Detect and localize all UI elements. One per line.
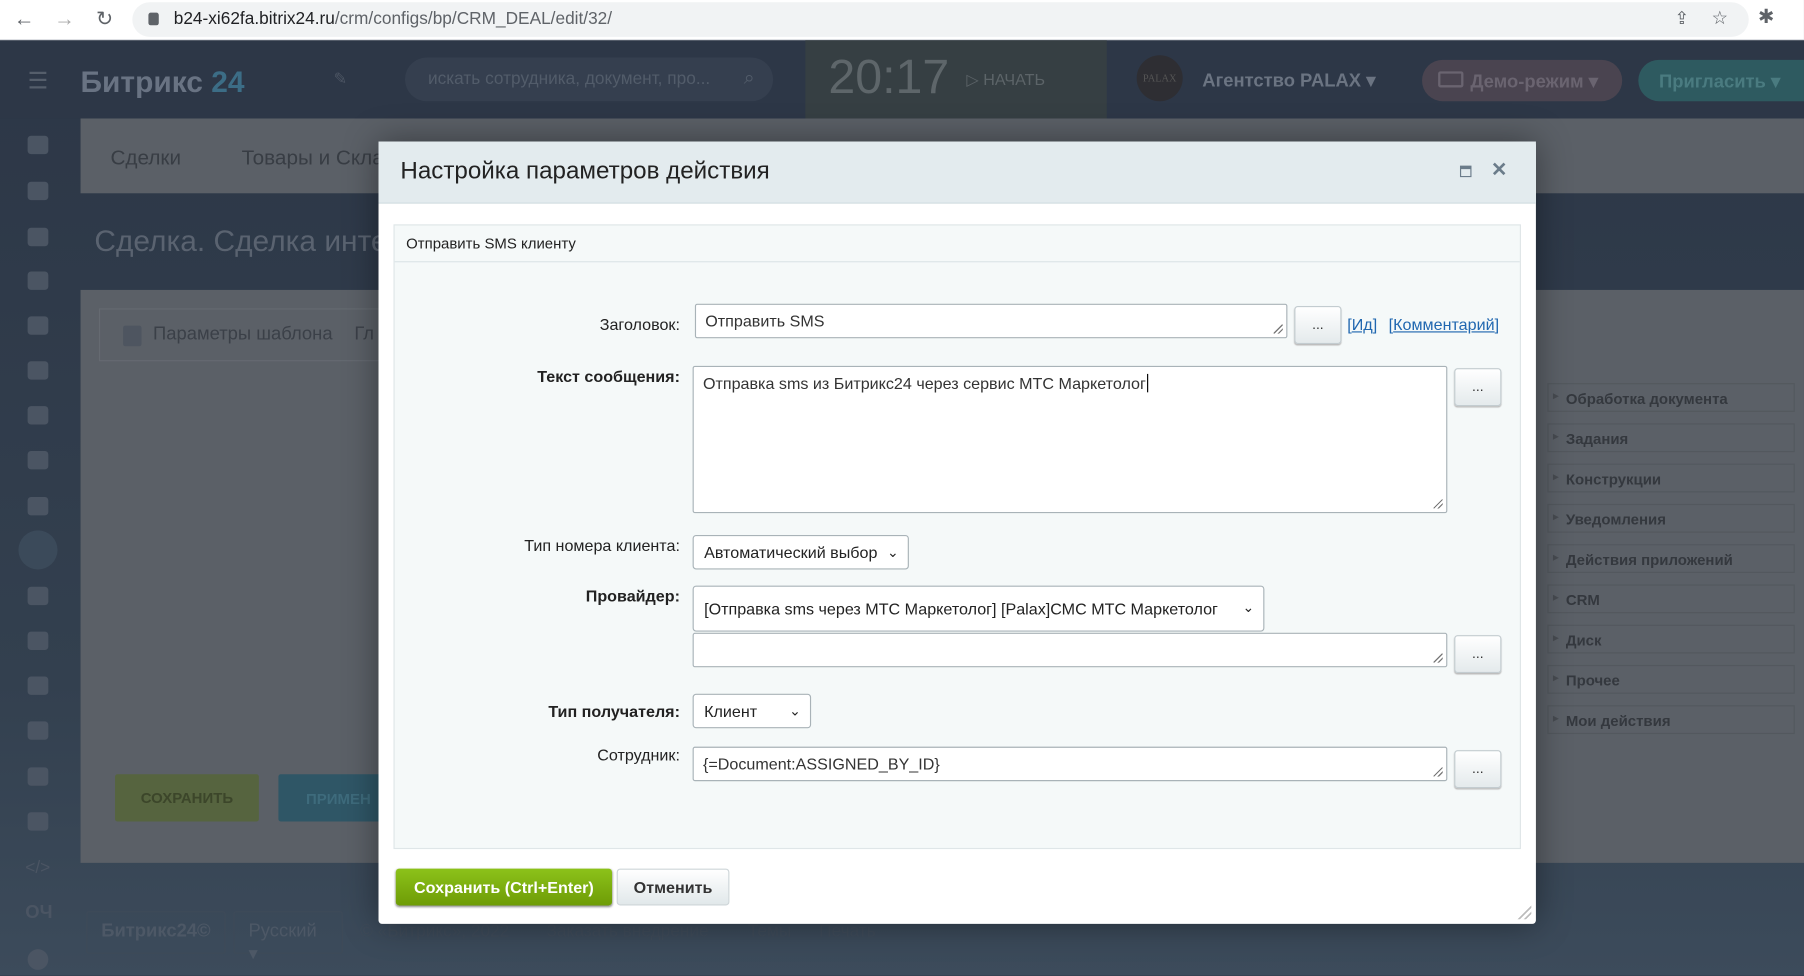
url-host: b24-xi62fa.bitrix24.ru	[173, 9, 335, 29]
phone-type-select[interactable]: Автоматический выбор ⌄	[692, 534, 909, 570]
invite-button[interactable]: Пригласить ▾	[1638, 59, 1804, 102]
sidebar-icon[interactable]	[27, 450, 49, 470]
sidebar-icon[interactable]	[27, 812, 49, 831]
employee-insert-button[interactable]: ...	[1454, 750, 1502, 789]
page-apply-button[interactable]: ПРИМЕН	[278, 774, 394, 822]
reload-icon[interactable]: ↻	[92, 7, 117, 31]
action-group-item[interactable]: Уведомления	[1547, 503, 1795, 533]
provider-extra-input[interactable]	[692, 632, 1448, 668]
action-name: Отправить SMS клиенту	[394, 225, 1520, 263]
sidebar-icon[interactable]	[27, 227, 49, 247]
language-select[interactable]: Русский ▾	[233, 911, 343, 964]
page-save-button[interactable]: СОХРАНИТЬ	[115, 774, 259, 822]
cancel-button[interactable]: Отменить	[616, 868, 730, 906]
sidebar-icon[interactable]	[27, 406, 49, 425]
title-input[interactable]: Отправить SMS	[694, 303, 1288, 339]
sidebar-icon[interactable]	[27, 361, 49, 380]
footer-order-link[interactable]: Заказать внедрение	[546, 922, 708, 942]
comment-link[interactable]: [Комментарий]	[1389, 315, 1499, 333]
footer-brand[interactable]: Битрикс24©	[86, 911, 226, 954]
user-initials[interactable]: ОЧ	[25, 903, 52, 924]
action-group-item[interactable]: Действия приложений	[1547, 544, 1795, 573]
sidebar-icon[interactable]	[27, 676, 49, 695]
search-input[interactable]: искать сотрудника, документ, про... ⌕	[404, 57, 774, 102]
company-menu[interactable]: Агентство PALAX ▾	[1202, 69, 1375, 92]
title-insert-button[interactable]: ...	[1294, 306, 1342, 344]
action-group-item[interactable]: Обработка документа	[1547, 383, 1795, 412]
maximize-icon[interactable]	[1459, 165, 1472, 178]
chevron-down-icon[interactable]	[27, 949, 49, 970]
page-title: Сделка. Сделка инте	[94, 223, 388, 258]
share-icon[interactable]: ⇪	[1674, 8, 1688, 29]
chevron-down-icon: ⌄	[886, 544, 899, 561]
recipient-type-label: Тип получателя:	[548, 701, 680, 721]
copyright: © «Битрикс», 2022	[360, 921, 510, 942]
company-avatar[interactable]: PALAX	[1136, 55, 1183, 102]
extensions-icon[interactable]: ✱	[1758, 6, 1774, 29]
sidebar-icon[interactable]	[27, 316, 49, 335]
sidebar-icon[interactable]	[27, 135, 49, 155]
forward-icon[interactable]: →	[52, 7, 77, 31]
message-textarea[interactable]: Отправка sms из Битрикс24 через сервис М…	[692, 365, 1448, 514]
star-icon[interactable]: ☆	[1712, 7, 1729, 30]
sidebar-icon[interactable]	[27, 586, 49, 606]
search-icon: ⌕	[743, 66, 755, 89]
work-timer[interactable]: 20:17 ▷ НАЧАТЬ	[805, 40, 1107, 119]
save-button[interactable]: Сохранить (Ctrl+Enter)	[395, 868, 613, 906]
sidebar-icon[interactable]	[27, 181, 49, 201]
id-link[interactable]: [Ид]	[1347, 315, 1377, 333]
resize-handle[interactable]	[1517, 905, 1532, 920]
left-sidebar: </> ОЧ	[0, 119, 78, 976]
action-settings-dialog: Настройка параметров действия ✕ Отправит…	[378, 141, 1536, 924]
back-icon[interactable]: ←	[12, 7, 37, 31]
provider-label: Провайдер:	[585, 586, 680, 606]
message-insert-button[interactable]: ...	[1454, 368, 1502, 407]
sidebar-icon[interactable]	[27, 721, 49, 740]
close-icon[interactable]: ✕	[1491, 159, 1507, 182]
action-group-item[interactable]: Диск	[1547, 624, 1795, 654]
employee-input[interactable]: {=Document:ASSIGNED_BY_ID}	[692, 746, 1448, 782]
sidebar-crm-icon[interactable]	[18, 530, 58, 570]
chevron-down-icon: ⌄	[1242, 599, 1255, 616]
browser-toolbar: ← → ↻ b24-xi62fa.bitrix24.ru/crm/configs…	[0, 0, 1804, 41]
provider-select[interactable]: [Отправка sms через МТС Маркетолог] [Pal…	[692, 585, 1265, 632]
edit-icon[interactable]: ✎	[334, 69, 348, 89]
lock-icon	[148, 12, 159, 26]
battery-icon	[1438, 71, 1464, 88]
tab-deals[interactable]: Сделки	[110, 146, 181, 170]
dialog-header: Настройка параметров действия ✕	[378, 141, 1536, 204]
action-group-item[interactable]: Прочее	[1547, 664, 1795, 694]
action-group-item[interactable]: CRM	[1547, 584, 1795, 614]
action-group-item[interactable]: Мои действия	[1547, 705, 1795, 735]
address-bar[interactable]: b24-xi62fa.bitrix24.ru/crm/configs/bp/CR…	[132, 2, 1749, 37]
sidebar-icon[interactable]	[27, 497, 49, 516]
phone-type-label: Тип номера клиента:	[524, 536, 680, 555]
title-label: Заголовок:	[599, 315, 680, 334]
chevron-down-icon: ⌄	[789, 702, 801, 720]
action-group-item[interactable]: Конструкции	[1547, 463, 1795, 493]
code-icon[interactable]: </>	[25, 858, 50, 878]
action-group-item[interactable]: Задания	[1547, 423, 1795, 453]
provider-insert-button[interactable]: ...	[1454, 635, 1502, 674]
footer-print-link[interactable]: Печать	[819, 922, 876, 942]
start-button[interactable]: ▷ НАЧАТЬ	[966, 70, 1045, 90]
employee-label: Сотрудник:	[597, 745, 680, 764]
sidebar-icon[interactable]	[27, 631, 49, 651]
recipient-type-select[interactable]: Клиент ⌄	[692, 693, 812, 729]
sidebar-icon[interactable]	[27, 271, 49, 290]
dialog-title: Настройка параметров действия	[400, 157, 770, 185]
menu-icon[interactable]: ☰	[28, 67, 49, 96]
settings-doc-icon	[123, 325, 142, 347]
sidebar-icon[interactable]	[27, 767, 49, 786]
tab-products[interactable]: Товары и Скла	[242, 146, 384, 170]
footer-themes-link[interactable]: Темы	[748, 922, 791, 942]
url-path: /crm/configs/bp/CRM_DEAL/edit/32/	[334, 9, 613, 29]
logo[interactable]: Битрикс 24	[81, 64, 245, 100]
message-label: Текст сообщения:	[537, 367, 680, 386]
demo-mode-button[interactable]: Демо-режим ▾	[1422, 59, 1623, 102]
dialog-body: Отправить SMS клиенту Заголовок: Отправи…	[393, 224, 1521, 850]
